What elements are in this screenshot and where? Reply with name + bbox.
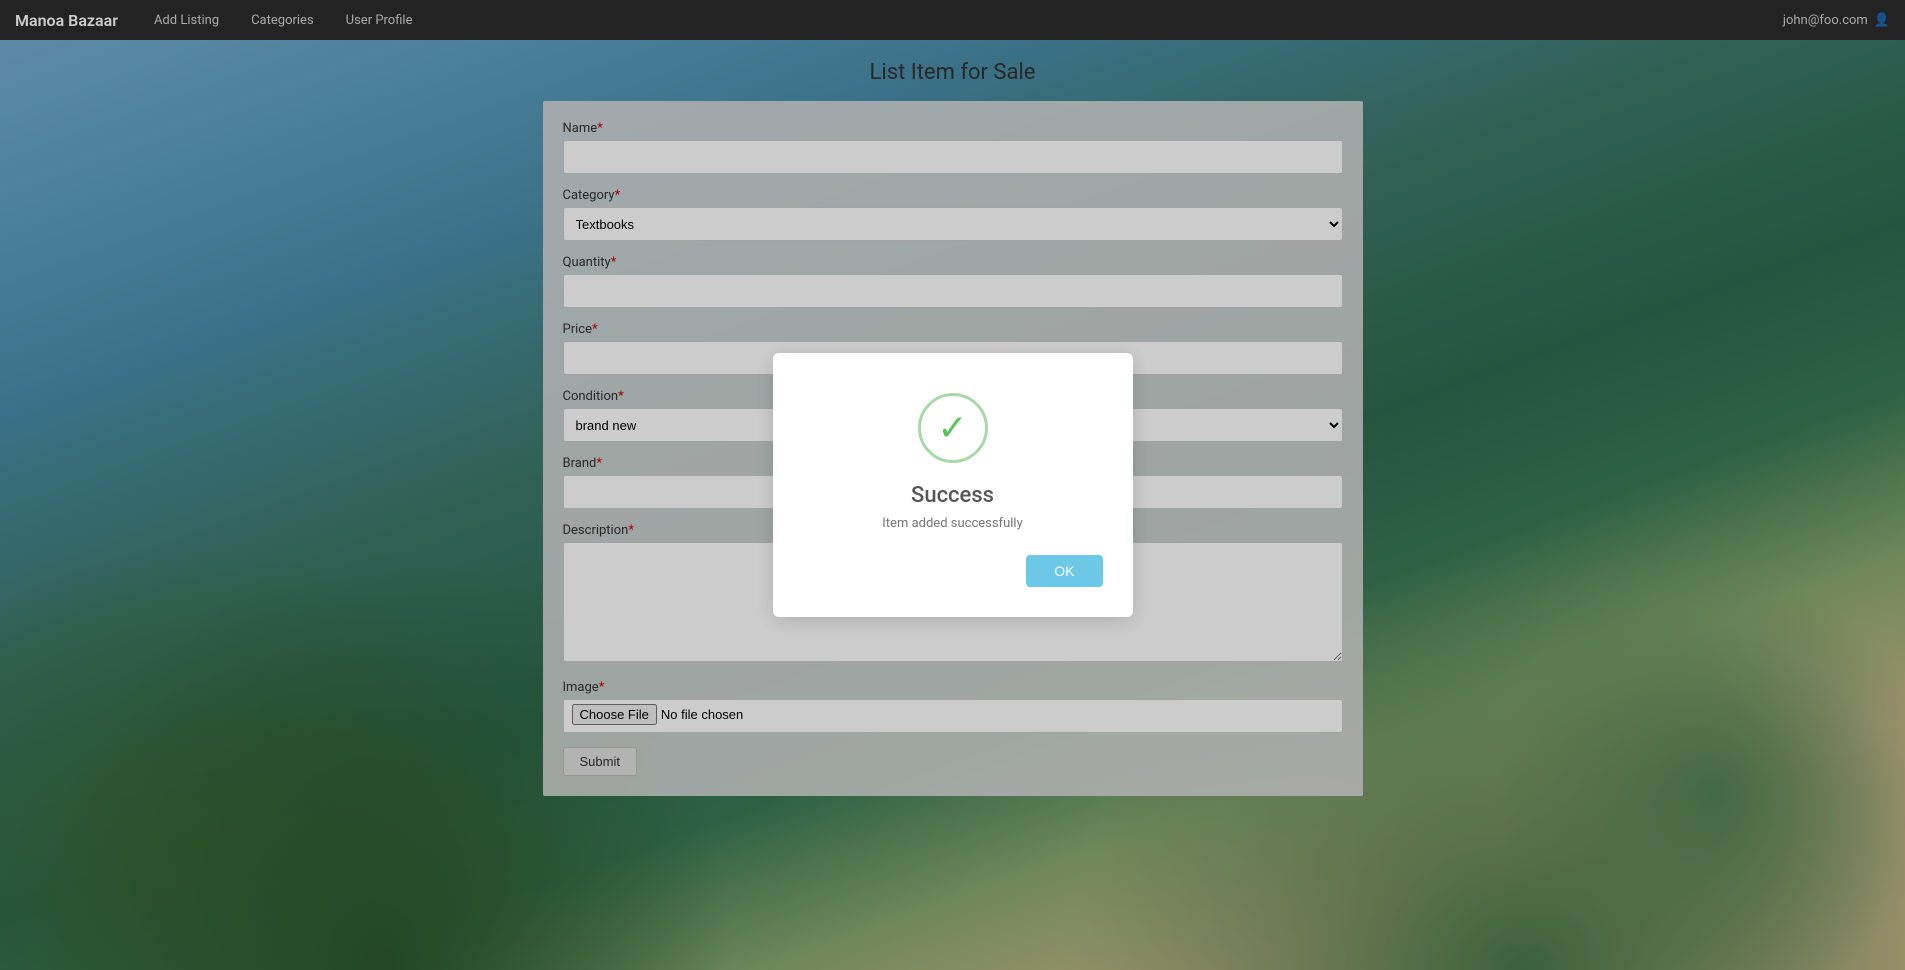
checkmark-icon: ✓ (937, 410, 967, 446)
modal-ok-button[interactable]: OK (1026, 555, 1102, 587)
modal-overlay: ✓ Success Item added successfully OK (0, 0, 1905, 970)
success-modal: ✓ Success Item added successfully OK (773, 353, 1133, 617)
modal-icon-circle: ✓ (918, 393, 988, 463)
modal-title: Success (911, 483, 994, 508)
modal-message: Item added successfully (882, 516, 1022, 531)
